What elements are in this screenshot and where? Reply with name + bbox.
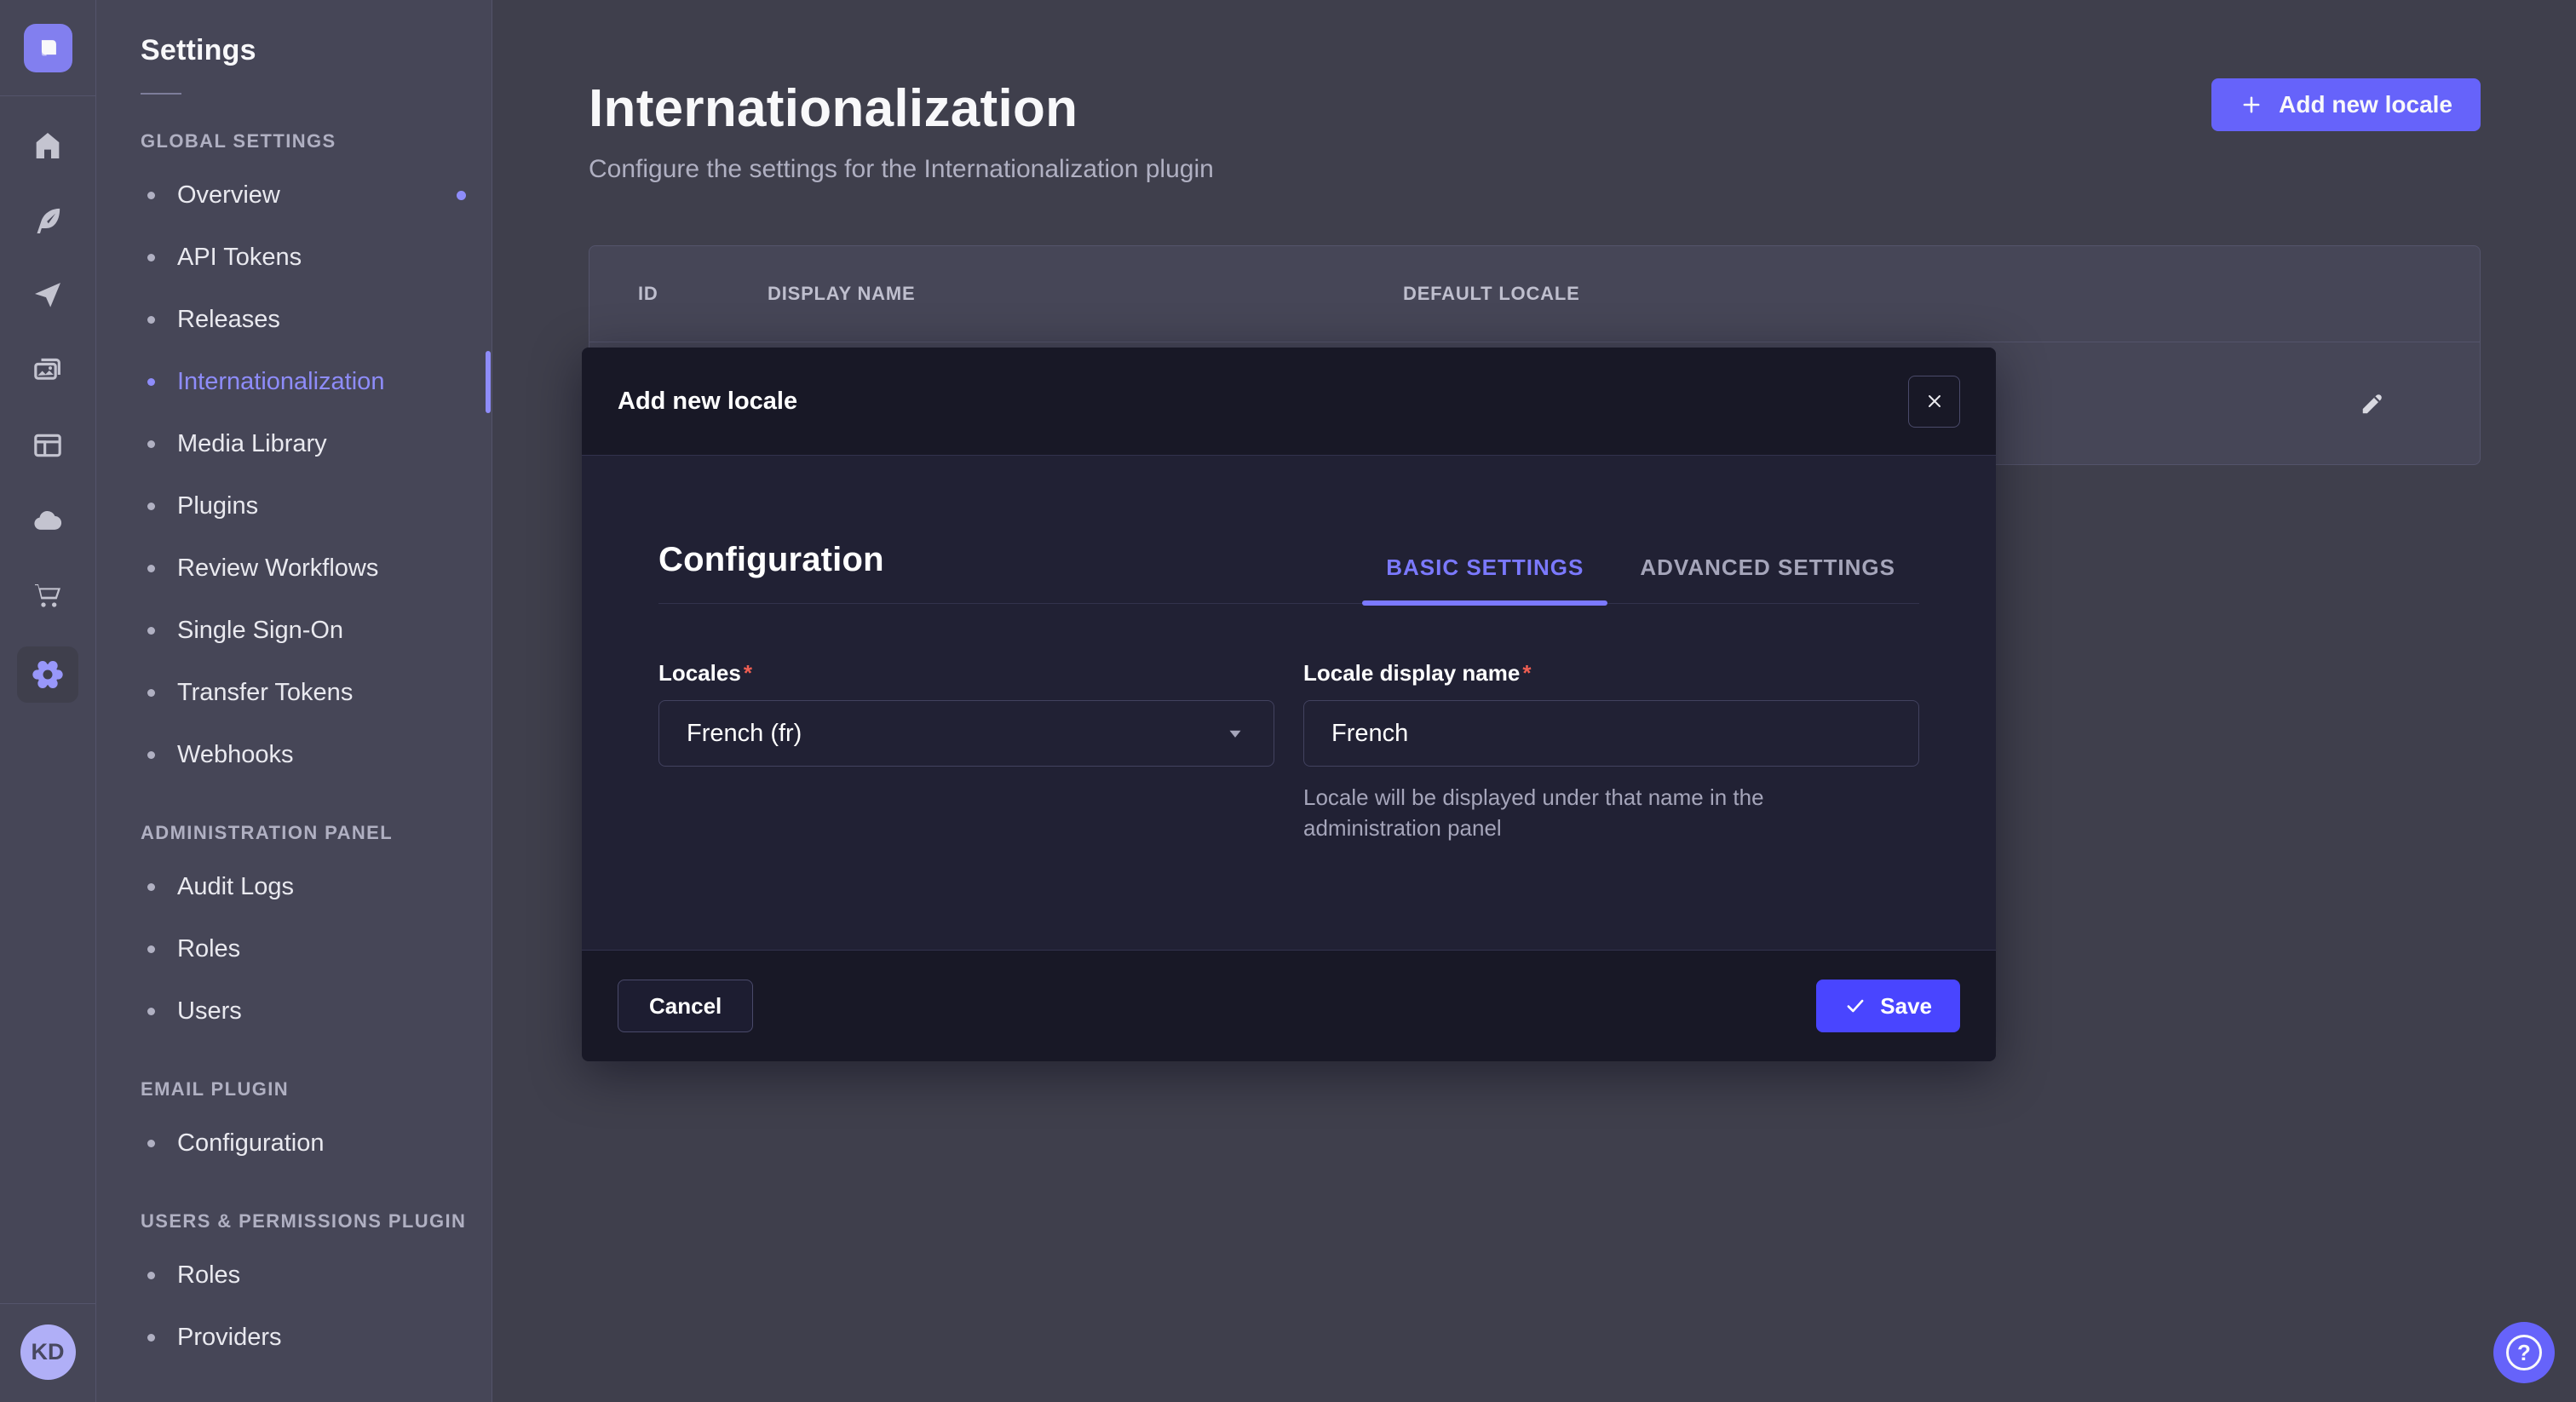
configuration-section-head: Configuration BASIC SETTINGS ADVANCED SE…	[658, 456, 1919, 604]
save-button[interactable]: Save	[1816, 980, 1960, 1032]
modal-header: Add new locale	[582, 348, 1996, 456]
chevron-down-icon	[1224, 722, 1246, 744]
locales-select[interactable]: French (fr)	[658, 700, 1274, 767]
save-label: Save	[1880, 993, 1932, 1020]
configuration-title: Configuration	[658, 541, 884, 603]
modal-body: Configuration BASIC SETTINGS ADVANCED SE…	[582, 456, 1996, 950]
locales-field: Locales* French (fr)	[658, 660, 1274, 843]
display-name-hint: Locale will be displayed under that name…	[1303, 782, 1891, 843]
tab-advanced-settings[interactable]: ADVANCED SETTINGS	[1616, 554, 1919, 603]
close-modal-button[interactable]	[1908, 376, 1960, 428]
close-icon	[1924, 391, 1945, 411]
display-name-input[interactable]	[1331, 720, 1891, 748]
locales-label: Locales*	[658, 660, 1274, 687]
display-name-field: Locale display name* Locale will be disp…	[1303, 660, 1919, 843]
required-mark: *	[1522, 660, 1531, 686]
display-name-label: Locale display name*	[1303, 660, 1919, 687]
add-locale-modal: Add new locale Configuration BASIC SETTI…	[582, 348, 1996, 1061]
settings-tabs: BASIC SETTINGS ADVANCED SETTINGS	[1362, 554, 1919, 603]
strapi-settings-page: KD Settings GLOBAL SETTINGSOverviewAPI T…	[0, 0, 2576, 1402]
locales-select-value: French (fr)	[687, 720, 802, 748]
cancel-button[interactable]: Cancel	[618, 980, 753, 1032]
locale-form-row: Locales* French (fr) Locale display name…	[658, 660, 1919, 843]
check-icon	[1844, 995, 1866, 1017]
required-mark: *	[744, 660, 752, 686]
modal-title: Add new locale	[618, 388, 797, 416]
locales-label-text: Locales	[658, 660, 741, 686]
display-name-label-text: Locale display name	[1303, 660, 1520, 686]
display-name-input-wrap	[1303, 700, 1919, 767]
modal-footer: Cancel Save	[582, 950, 1996, 1061]
tab-basic-settings[interactable]: BASIC SETTINGS	[1362, 554, 1607, 603]
